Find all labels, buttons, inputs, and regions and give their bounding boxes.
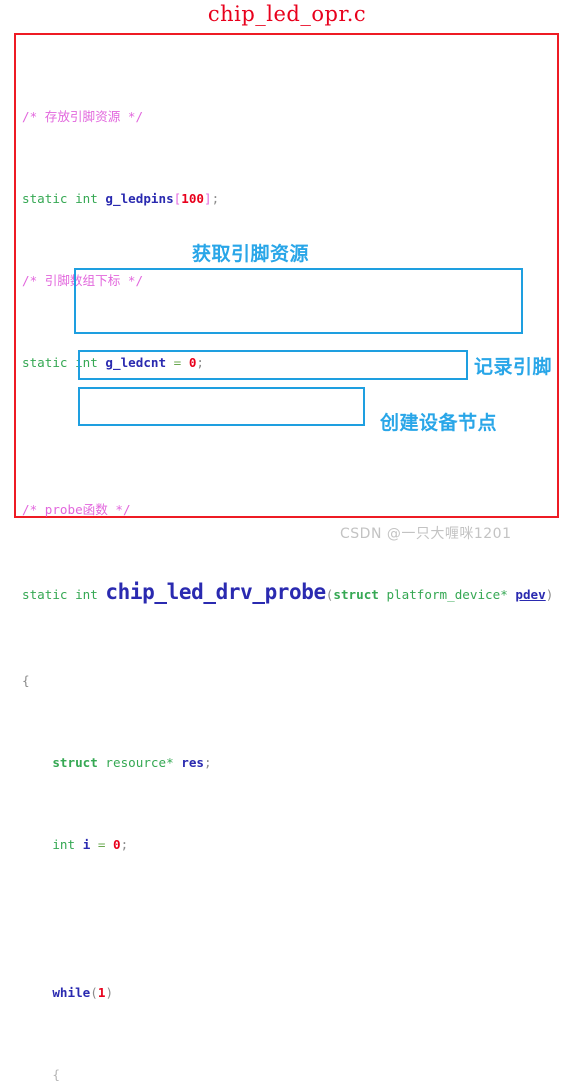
code-line: /* 存放引脚资源 */ [22,109,558,125]
code-comment: /* 存放引脚资源 */ [22,108,144,124]
code-punct: ; [120,836,129,852]
annotation-create-node: 创建设备节点 [380,412,498,434]
code-comment: /* 引脚数组下标 */ [22,272,144,288]
annotation-record-pin: 记录引脚 [474,356,553,378]
code-number: 0 [113,836,121,852]
code-frame: /* 存放引脚资源 */ static int g_ledpins[100]; … [14,33,559,1082]
code-line: static int g_ledpins[100]; [22,191,558,207]
csdn-watermark: CSDN @一只大喱咪1201 [340,526,512,542]
code-punct: ; [211,190,220,206]
page-title: chip_led_opr.c [207,2,367,26]
code-keyword: static int [22,354,106,370]
code-listing: /* 存放引脚资源 */ static int g_ledpins[100]; … [22,43,558,1090]
code-punct: ( [325,587,334,603]
code-identifier: g_ledpins [105,190,174,206]
code-type: resource* [97,754,182,770]
code-punct: ) [545,587,554,603]
code-identifier: i [82,836,91,852]
code-punct: ; [196,354,205,370]
code-keyword: static int [22,190,106,206]
code-keyword: struct [52,754,98,770]
code-comment: /* probe函数 */ [22,502,131,518]
code-number: 1 [97,984,106,1000]
code-punct: ; [204,754,212,770]
code-punct: ) [105,984,114,1000]
code-line: { [22,673,558,689]
code-number: 100 [181,190,204,206]
code-brace: { [22,672,30,688]
code-line: /* probe函数 */ [22,502,558,518]
code-line: struct resource* res; [22,755,558,771]
function-name: chip_led_drv_probe [105,580,326,605]
code-line-function-signature: static int chip_led_drv_probe(struct pla… [22,582,558,607]
code-keyword: int [52,836,83,852]
code-operator: = [90,836,114,852]
code-keyword: while [52,984,91,1000]
code-brace: { [52,1066,60,1082]
code-line: int i = 0; [22,837,558,853]
code-identifier: res [181,754,204,770]
code-identifier: g_ledcnt [105,354,167,370]
code-line: /* 引脚数组下标 */ [22,273,558,289]
code-line: { [22,1067,558,1083]
annotation-get-resource: 获取引脚资源 [192,243,310,265]
code-bracket: ] [204,190,212,206]
code-keyword: static int [22,587,106,603]
code-line: while(1) [22,985,558,1001]
code-operator: = [166,354,189,370]
code-keyword: struct [333,587,379,603]
code-type: platform_device* [378,587,516,603]
code-parameter: pdev [515,587,546,603]
code-punct: ( [90,984,98,1000]
